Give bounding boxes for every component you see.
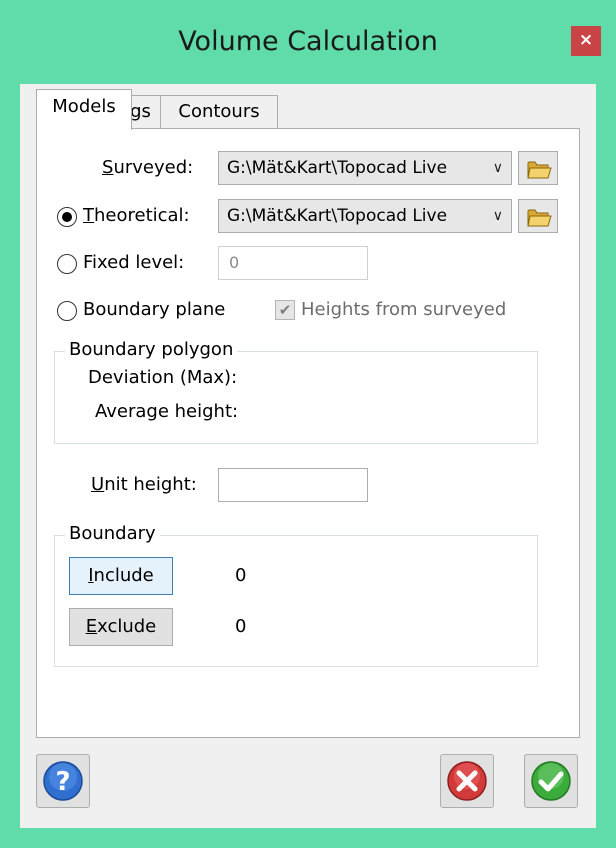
theoretical-label: Theoretical: (83, 205, 190, 226)
boundary-polygon-title: Boundary polygon (65, 339, 238, 360)
folder-icon (527, 161, 552, 179)
boundary-title: Boundary (65, 523, 160, 544)
exclude-button[interactable]: Exclude (69, 608, 173, 646)
boundary-group: Boundary Include 0 Exclude 0 (54, 523, 538, 667)
dialog-client: Settings Contours Models Surveyed: G:\Mä… (20, 84, 596, 828)
unit-height-label: Unit height: (91, 474, 197, 495)
models-tab-panel: Surveyed: G:\Mät&Kart\Topocad Live ∨ The… (36, 128, 580, 738)
exclude-count: 0 (235, 616, 247, 637)
close-button[interactable]: × (571, 26, 601, 56)
volume-calculation-window: Volume Calculation × Settings Contours M… (0, 0, 616, 848)
surveyed-label: Surveyed: (102, 157, 194, 178)
unit-height-input[interactable] (218, 468, 368, 502)
theoretical-value: G:\Mät&Kart\Topocad Live (227, 206, 448, 226)
include-count: 0 (235, 565, 247, 586)
include-button[interactable]: Include (69, 557, 173, 595)
surveyed-browse-button[interactable] (518, 151, 558, 185)
fixed-level-radio[interactable] (57, 254, 77, 274)
surveyed-combo[interactable]: G:\Mät&Kart\Topocad Live ∨ (218, 151, 512, 185)
boundary-plane-label: Boundary plane (83, 299, 226, 320)
cancel-icon (447, 761, 487, 801)
cancel-button[interactable] (440, 754, 494, 808)
fixed-level-label: Fixed level: (83, 252, 185, 273)
help-button[interactable]: ? (36, 754, 90, 808)
heights-from-surveyed-checkbox[interactable]: ✔ (275, 300, 295, 320)
svg-text:?: ? (55, 767, 70, 797)
theoretical-browse-button[interactable] (518, 199, 558, 233)
deviation-label: Deviation (Max): (88, 367, 238, 388)
window-title: Volume Calculation (178, 26, 438, 57)
tab-contours[interactable]: Contours (160, 95, 278, 128)
theoretical-combo[interactable]: G:\Mät&Kart\Topocad Live ∨ (218, 199, 512, 233)
tab-models[interactable]: Models (36, 89, 132, 130)
surveyed-value: G:\Mät&Kart\Topocad Live (227, 158, 448, 178)
theoretical-radio[interactable] (57, 207, 77, 227)
chevron-down-icon: ∨ (492, 208, 503, 224)
chevron-down-icon: ∨ (492, 160, 503, 176)
ok-button[interactable] (524, 754, 578, 808)
help-icon: ? (43, 761, 83, 801)
folder-icon (527, 209, 552, 227)
heights-from-surveyed-label: Heights from surveyed (301, 299, 507, 320)
boundary-polygon-group: Boundary polygon Deviation (Max): Averag… (54, 339, 538, 444)
fixed-level-input[interactable]: 0 (218, 246, 368, 280)
ok-icon (531, 761, 571, 801)
boundary-plane-radio[interactable] (57, 301, 77, 321)
average-height-label: Average height: (95, 401, 239, 422)
